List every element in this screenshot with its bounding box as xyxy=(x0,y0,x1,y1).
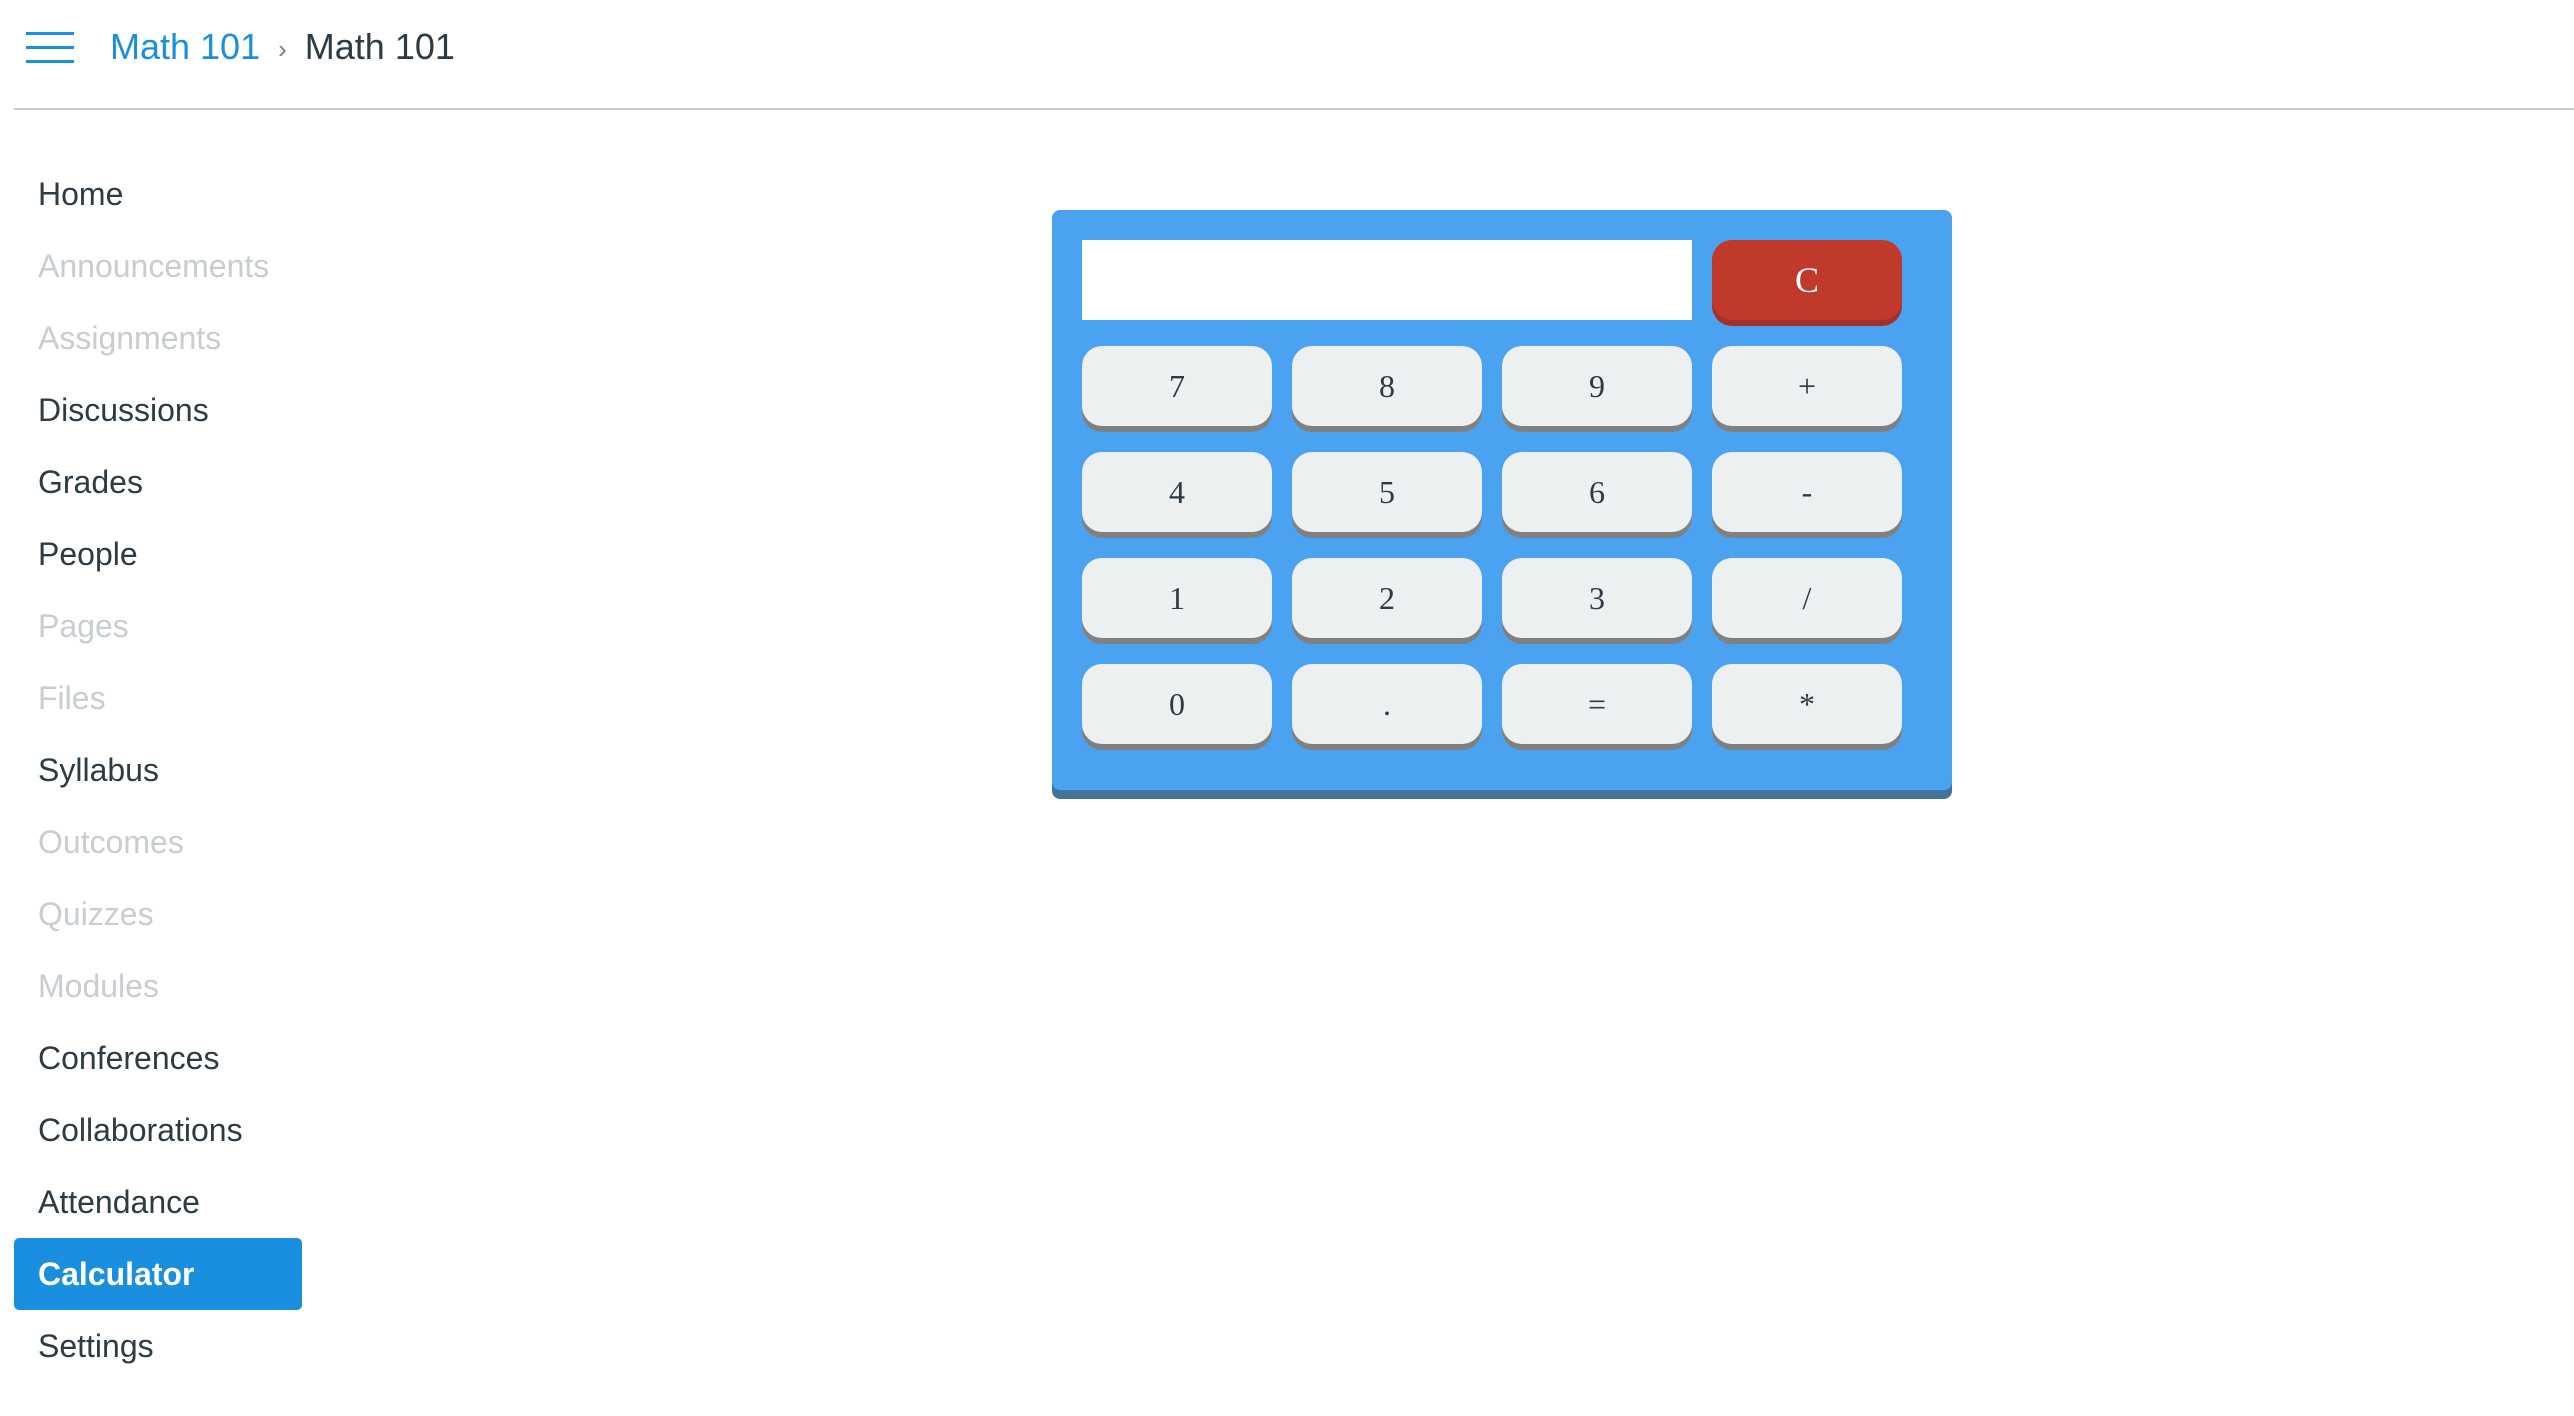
key-7-button[interactable]: 7 xyxy=(1082,346,1272,426)
sidebar-item-calculator[interactable]: Calculator xyxy=(14,1238,302,1310)
header-divider xyxy=(14,108,2574,110)
breadcrumb-separator-icon: › xyxy=(278,33,287,64)
key-5-button[interactable]: 5 xyxy=(1292,452,1482,532)
calculator-display[interactable] xyxy=(1082,240,1692,320)
sidebar-item-quizzes: Quizzes xyxy=(38,896,154,932)
sidebar-item-attendance[interactable]: Attendance xyxy=(14,1166,302,1238)
key-1-button[interactable]: 1 xyxy=(1082,558,1272,638)
sidebar-item-pages: Pages xyxy=(38,608,129,644)
breadcrumb: Math 101 › Math 101 xyxy=(110,24,455,70)
sidebar-item-syllabus[interactable]: Syllabus xyxy=(14,734,302,806)
hamburger-line xyxy=(26,46,74,49)
sidebar-item-grades[interactable]: Grades xyxy=(14,446,302,518)
sidebar-item-people[interactable]: People xyxy=(14,518,302,590)
calculator: C 7 8 9 +4 5 6- 1 2 3/ 0. = * xyxy=(1052,210,1952,790)
hamburger-line xyxy=(26,60,74,63)
breadcrumb-current-page: Math 101 xyxy=(304,26,455,67)
sidebar-item-home[interactable]: Home xyxy=(14,158,302,230)
clear-button[interactable]: C xyxy=(1712,240,1902,320)
top-header: Math 101 › Math 101 xyxy=(0,0,2574,110)
key-multiply-button[interactable]: * xyxy=(1712,664,1902,744)
sidebar-item-conferences[interactable]: Conferences xyxy=(14,1022,302,1094)
key-divide-button[interactable]: / xyxy=(1712,558,1902,638)
course-navigation: Home Announcements Assignments Discussions G… xyxy=(14,158,302,1382)
breadcrumb-course-link[interactable]: Math 101 xyxy=(110,26,260,68)
key-decimal-button[interactable]: . xyxy=(1292,664,1482,744)
key-0-button[interactable]: 0 xyxy=(1082,664,1272,744)
sidebar-item-outcomes: Outcomes xyxy=(38,824,184,860)
key-6-button[interactable]: 6 xyxy=(1502,452,1692,532)
key-minus-button[interactable]: - xyxy=(1712,452,1902,532)
sidebar-item-assignments: Assignments xyxy=(38,320,222,356)
key-plus-button[interactable]: + xyxy=(1712,346,1902,426)
key-3-button[interactable]: 3 xyxy=(1502,558,1692,638)
sidebar-item-collaborations[interactable]: Collaborations xyxy=(14,1094,302,1166)
sidebar-item-settings[interactable]: Settings xyxy=(14,1310,302,1382)
hamburger-line xyxy=(26,32,74,35)
hamburger-menu-icon[interactable] xyxy=(24,28,76,66)
key-equals-button[interactable]: = xyxy=(1502,664,1692,744)
key-2-button[interactable]: 2 xyxy=(1292,558,1482,638)
key-9-button[interactable]: 9 xyxy=(1502,346,1692,426)
key-8-button[interactable]: 8 xyxy=(1292,346,1482,426)
sidebar-item-announcements: Announcements xyxy=(38,248,270,284)
sidebar-item-files: Files xyxy=(38,680,106,716)
key-4-button[interactable]: 4 xyxy=(1082,452,1272,532)
sidebar-item-discussions[interactable]: Discussions xyxy=(14,374,302,446)
sidebar-item-modules: Modules xyxy=(38,968,159,1004)
